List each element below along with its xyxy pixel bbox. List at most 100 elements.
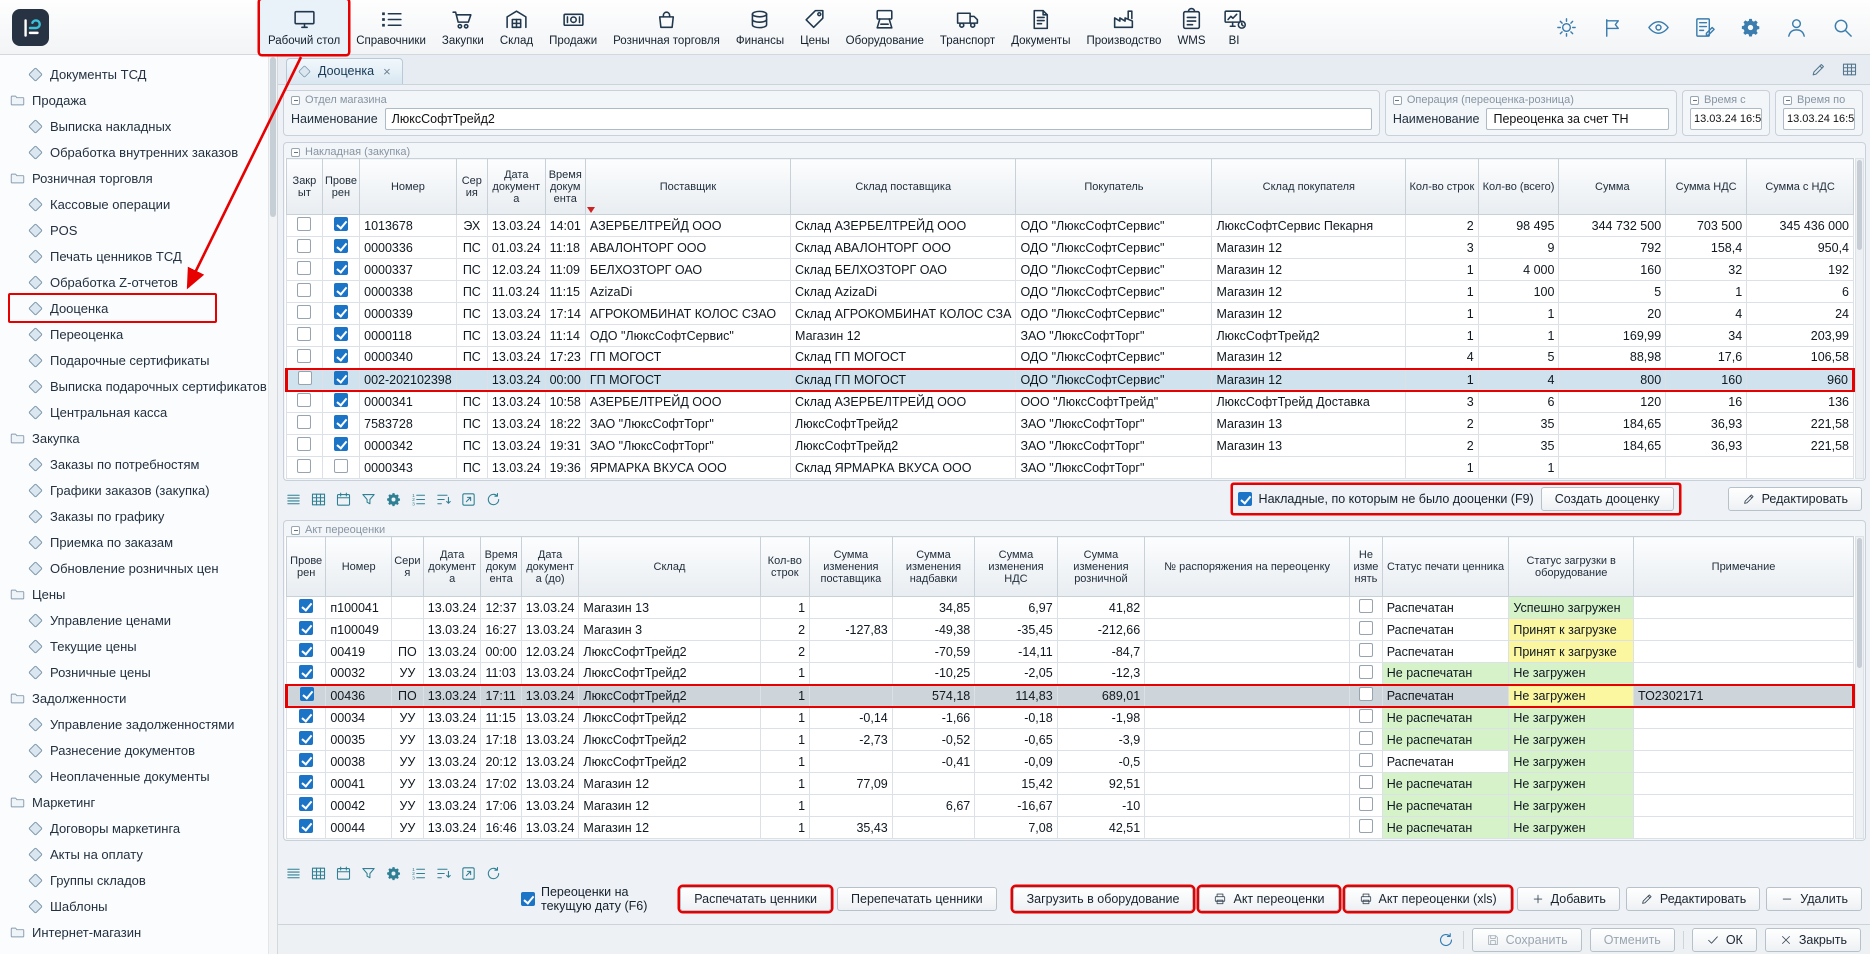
cell-series[interactable]: ПС [456, 303, 487, 325]
cell-doc-time[interactable]: 11:18 [545, 237, 585, 259]
collapse-icon[interactable] [1783, 96, 1792, 105]
cell-warehouse[interactable]: ЛюксСофтТрейд2 [579, 707, 760, 729]
verified-checkbox[interactable] [334, 371, 348, 385]
cell-supplier-change-sum[interactable]: -127,83 [810, 619, 893, 641]
cell-pricetag-print-status[interactable]: Не распечатан [1382, 795, 1509, 817]
cell-sum[interactable]: 184,65 [1559, 435, 1666, 457]
create-revaluation-button[interactable]: Создать дооценку [1541, 487, 1674, 511]
cell-buyer-warehouse[interactable] [1212, 457, 1406, 479]
cell-supplier-warehouse[interactable]: Склад АГРОКОМБИНАТ КОЛОС СЗА [791, 303, 1016, 325]
cell-equipment-load-status[interactable]: Успешно загружен [1509, 597, 1634, 619]
sidebar-item-akty-na-oplatu[interactable]: Акты на оплату [0, 841, 277, 867]
cell-vat-change-sum[interactable]: -0,18 [975, 707, 1057, 729]
verified-checkbox[interactable] [299, 665, 313, 679]
verified-checkbox[interactable] [299, 753, 313, 767]
cell-supplier-warehouse[interactable]: Склад ЯРМАРКА ВКУСА ООО [791, 457, 1016, 479]
sidebar-item-prodazha[interactable]: Продажа [0, 87, 277, 113]
cell-number[interactable]: 00035 [326, 729, 392, 751]
sidebar-item-upravlenie-zadolzhennostyami[interactable]: Управление задолженностями [0, 711, 277, 737]
cell-verified[interactable] [322, 237, 359, 259]
act-row[interactable]: 00042УУ13.03.2417:0613.03.24Магазин 1216… [287, 795, 1854, 817]
verified-checkbox[interactable] [334, 261, 348, 275]
cell-vat-sum[interactable]: 16 [1666, 391, 1747, 413]
cell-doc-time[interactable]: 18:22 [545, 413, 585, 435]
cell-note[interactable] [1634, 641, 1854, 663]
cell-verified[interactable] [322, 435, 359, 457]
cell-doc-date-to[interactable]: 13.03.24 [521, 773, 579, 795]
gear-icon[interactable] [385, 491, 402, 508]
cell-line-count[interactable]: 1 [760, 597, 810, 619]
cell-buyer-warehouse[interactable]: Магазин 12 [1212, 369, 1406, 391]
cell-no-change[interactable] [1350, 663, 1383, 685]
cell-closed[interactable] [287, 325, 323, 347]
cell-closed[interactable] [287, 457, 323, 479]
cell-total-with-vat[interactable]: 960 [1747, 369, 1854, 391]
cell-doc-date[interactable]: 13.03.24 [423, 641, 481, 663]
cell-markup-change-sum[interactable]: 6,67 [892, 795, 975, 817]
cell-markup-change-sum[interactable]: -49,38 [892, 619, 975, 641]
cell-retail-change-sum[interactable]: -84,7 [1057, 641, 1144, 663]
sidebar-item-gruppy-skladov[interactable]: Группы складов [0, 867, 277, 893]
cell-doc-time[interactable]: 17:23 [545, 347, 585, 369]
cell-supplier[interactable]: ЗАО "ЛюксСофтТорг" [585, 413, 790, 435]
closed-checkbox[interactable] [297, 459, 311, 473]
cell-line-count[interactable]: 2 [1406, 215, 1478, 237]
cell-number[interactable]: 00041 [326, 773, 392, 795]
nav-warehouse[interactable]: Склад [492, 0, 541, 54]
cell-verified[interactable] [322, 391, 359, 413]
cell-sum[interactable]: 344 732 500 [1559, 215, 1666, 237]
cell-supplier-change-sum[interactable]: -0,14 [810, 707, 893, 729]
cell-doc-date[interactable]: 13.03.24 [487, 391, 545, 413]
delete-button[interactable]: Удалить [1766, 887, 1862, 911]
cell-line-count[interactable]: 1 [1406, 325, 1478, 347]
invoice-row[interactable]: 0000341ПС13.03.2410:58АЗЕРБЕЛТРЕЙД ОООСк… [287, 391, 1854, 413]
verified-checkbox[interactable] [299, 643, 313, 657]
col-vat-sum[interactable]: Сумма НДС [1666, 159, 1747, 215]
cell-doc-time[interactable]: 12:37 [481, 597, 521, 619]
col-pricetag-print-status[interactable]: Статус печати ценника [1382, 537, 1509, 597]
closed-checkbox[interactable] [297, 261, 311, 275]
cell-number[interactable]: 7583728 [360, 413, 457, 435]
cell-retail-change-sum[interactable]: -1,98 [1057, 707, 1144, 729]
no-change-checkbox[interactable] [1359, 819, 1373, 833]
cell-vat-sum[interactable]: 1 [1666, 281, 1747, 303]
search-icon[interactable] [1831, 16, 1854, 39]
cell-equipment-load-status[interactable]: Не загружен [1509, 751, 1634, 773]
cell-closed[interactable] [287, 347, 323, 369]
filter-checkbox-label[interactable]: Накладные, по которым не было дооценки (… [1259, 492, 1534, 506]
vertical-scrollbar[interactable] [1855, 536, 1864, 839]
cell-closed[interactable] [287, 413, 323, 435]
cell-supplier-change-sum[interactable]: 77,09 [810, 773, 893, 795]
cell-supplier-warehouse[interactable]: Склад AzizaDi [791, 281, 1016, 303]
cell-equipment-load-status[interactable]: Не загружен [1509, 685, 1634, 707]
cell-no-change[interactable] [1350, 773, 1383, 795]
cell-retail-change-sum[interactable]: -212,66 [1057, 619, 1144, 641]
no-change-checkbox[interactable] [1359, 665, 1373, 679]
sidebar-item-zadolzhennosti[interactable]: Задолженности [0, 685, 277, 711]
cell-verified[interactable] [322, 303, 359, 325]
cell-supplier-change-sum[interactable]: -2,73 [810, 729, 893, 751]
col-supplier-warehouse[interactable]: Склад поставщика [791, 159, 1016, 215]
cell-pricetag-print-status[interactable]: Распечатан [1382, 751, 1509, 773]
flag-icon[interactable] [1601, 16, 1624, 39]
cell-number[interactable]: 0000340 [360, 347, 457, 369]
cell-closed[interactable] [287, 391, 323, 413]
filter-icon[interactable] [360, 491, 377, 508]
no-change-checkbox[interactable] [1359, 599, 1373, 613]
col-series[interactable]: Серия [391, 537, 423, 597]
cell-verified[interactable] [287, 817, 326, 839]
cell-equipment-load-status[interactable]: Не загружен [1509, 817, 1634, 839]
cell-closed[interactable] [287, 237, 323, 259]
no-change-checkbox[interactable] [1359, 731, 1373, 745]
cell-verified[interactable] [322, 215, 359, 237]
cell-markup-change-sum[interactable]: -1,66 [892, 707, 975, 729]
cell-buyer-warehouse[interactable]: Магазин 12 [1212, 259, 1406, 281]
cell-line-count[interactable]: 1 [760, 817, 810, 839]
cell-doc-date-to[interactable]: 13.03.24 [521, 663, 579, 685]
cell-vat-sum[interactable]: 158,4 [1666, 237, 1747, 259]
cell-series[interactable]: УУ [391, 729, 423, 751]
collapse-icon[interactable] [291, 148, 300, 157]
col-verified[interactable]: Проверен [287, 537, 326, 597]
pencil-icon[interactable] [1810, 61, 1827, 78]
col-buyer-warehouse[interactable]: Склад покупателя [1212, 159, 1406, 215]
